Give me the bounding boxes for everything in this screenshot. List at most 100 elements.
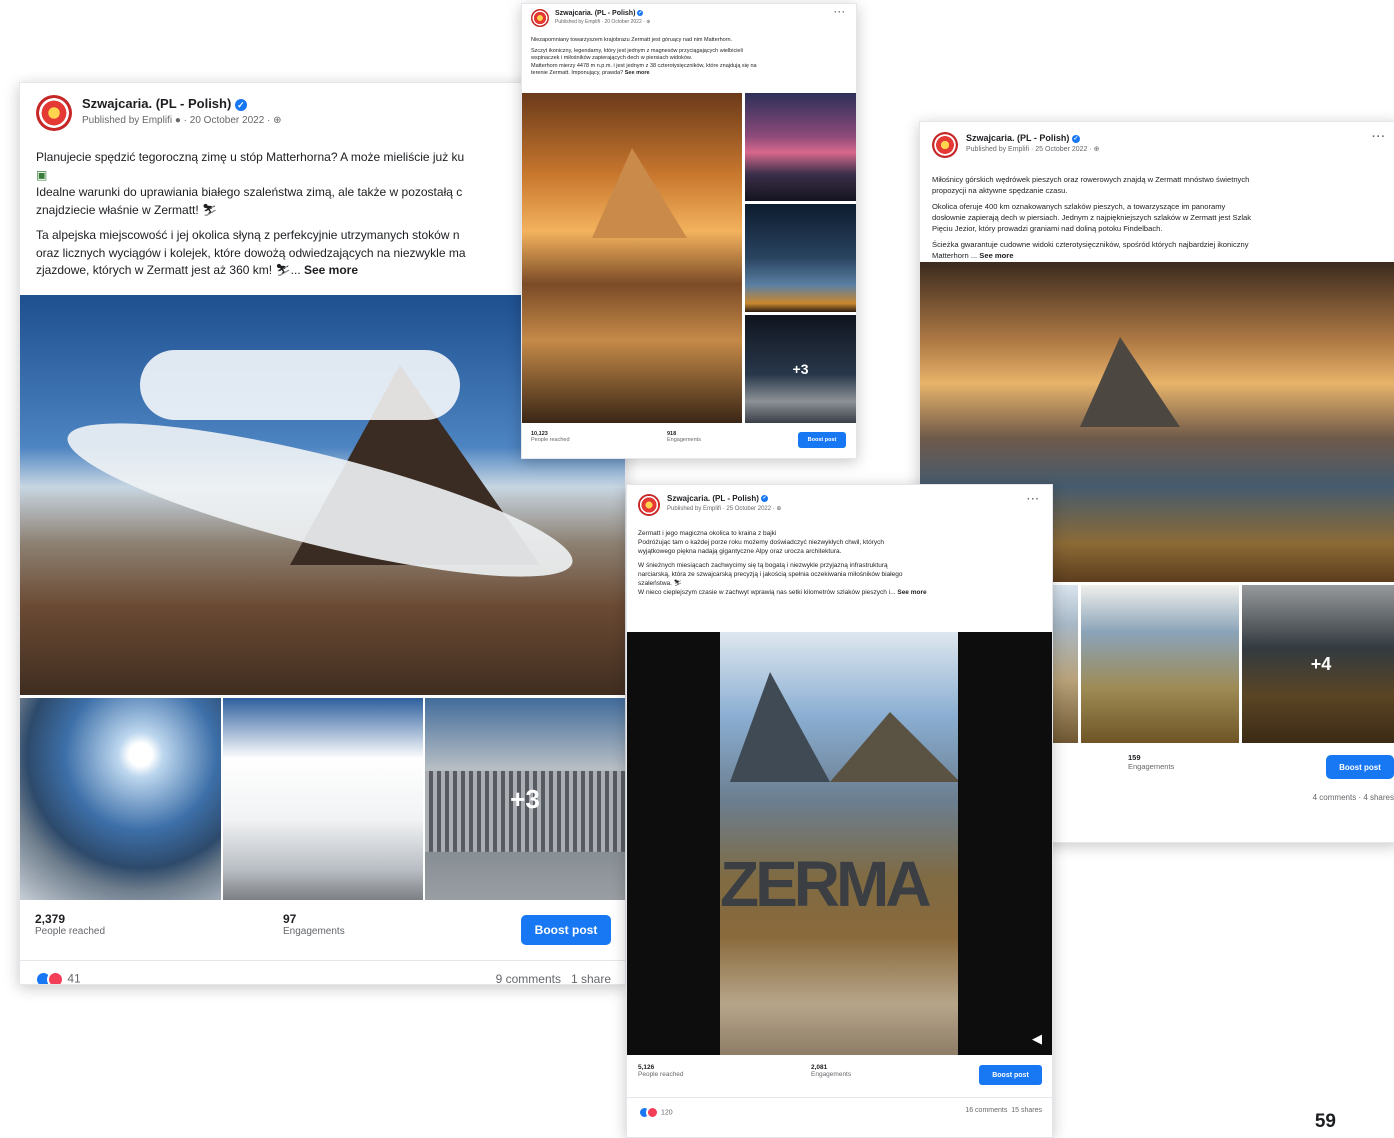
text-line: Ścieżka gwarantuje cudowne widoki cztero…	[932, 240, 1249, 249]
verified-icon: ✓	[1071, 134, 1080, 143]
post-text: Niezapomniany towarzyszem krajobrazu Zer…	[522, 33, 856, 93]
matterhorn-peak	[592, 148, 687, 238]
reaction-count[interactable]: 120	[661, 1109, 673, 1116]
post-card-2: Szwajcaria. (PL - Polish) ✓ Published by…	[521, 3, 857, 459]
globe-icon: ⊕	[1093, 146, 1100, 153]
post-footer: 41 9 comments 1 share	[20, 960, 625, 984]
text-line: zjazdowe, których w Zermatt jest aż 360 …	[36, 263, 304, 277]
post-date[interactable]: 20 October 2022	[604, 19, 641, 25]
post-header: Szwajcaria. (PL - Polish) ✓ Published by…	[627, 485, 1052, 522]
post-header: Szwajcaria. (PL - Polish) ✓ Published by…	[522, 4, 856, 33]
page-avatar[interactable]	[932, 132, 958, 158]
love-reaction-icon	[646, 1106, 659, 1119]
post-text: Zermatt i jego magiczna okolica to krain…	[627, 522, 1052, 641]
photo-thumb-2[interactable]	[223, 698, 423, 900]
photo-thumb-3[interactable]: +4	[1242, 585, 1394, 743]
page-avatar[interactable]	[531, 9, 549, 27]
shares-count[interactable]: 1 share	[571, 972, 611, 984]
post-card-4: Szwajcaria. (PL - Polish) ✓ Published by…	[626, 484, 1053, 1138]
video-frame: ZERMA	[720, 632, 958, 1055]
zermatt-sign: ZERMA	[720, 848, 932, 920]
more-photos-overlay[interactable]: +3	[745, 315, 856, 423]
photo-thumb-2[interactable]	[1081, 585, 1239, 743]
verified-icon: ✓	[761, 495, 769, 503]
see-more-link[interactable]: See more	[897, 589, 926, 596]
engagements-label: Engagements	[283, 926, 345, 937]
reach-value: 5,126	[638, 1064, 655, 1071]
shares-count[interactable]: 4 shares	[1363, 793, 1394, 802]
published-by: Published by Emplifi	[82, 115, 173, 126]
text-line: Matterhorn ...	[932, 251, 980, 260]
boost-post-button[interactable]: Boost post	[979, 1065, 1042, 1085]
published-by: Published by Emplifi	[667, 506, 722, 512]
text-line: dosłownie zapierają dech w piersiach. Je…	[932, 213, 1252, 222]
post-stats: 10,123 People reached 918 Engagements Bo…	[522, 423, 856, 458]
photo-thumb-1[interactable]	[20, 698, 221, 900]
main-photo[interactable]	[522, 93, 742, 423]
photo-thumb-2[interactable]	[745, 204, 856, 312]
engagements-label: Engagements	[1128, 762, 1175, 771]
page-number: 59	[1314, 1111, 1336, 1132]
page-name[interactable]: Szwajcaria. (PL - Polish)	[555, 10, 635, 17]
see-more-link[interactable]: See more	[625, 70, 650, 76]
page-name[interactable]: Szwajcaria. (PL - Polish)	[966, 133, 1069, 143]
verified-icon: ✓	[234, 98, 247, 111]
photo-thumb-3[interactable]: +3	[745, 315, 856, 423]
text-line: W śnieżnych miesiącach zachwycimy się tą…	[638, 562, 888, 569]
comments-count[interactable]: 9 comments	[496, 972, 561, 984]
boost-post-button[interactable]: Boost post	[521, 915, 611, 945]
volume-icon[interactable]: ◀	[1032, 1031, 1042, 1047]
post-stats: 2,379 People reached 97 Engagements Boos…	[20, 900, 625, 960]
published-by: Published by Emplifi	[555, 19, 601, 25]
text-line: Matterhorn mierzy 4478 m n.p.m. i jest j…	[531, 62, 757, 69]
more-options-icon[interactable]: ···	[834, 7, 846, 17]
reaction-count[interactable]: 41	[67, 972, 80, 984]
text-line: Szczyt ikoniczny, legendarny, który jest…	[531, 47, 743, 54]
comments-count[interactable]: 16 comments	[965, 1107, 1007, 1114]
page-name[interactable]: Szwajcaria. (PL - Polish)	[667, 494, 759, 503]
engagements-label: Engagements	[667, 437, 701, 443]
text-line: Zermatt i jego magiczna okolica to krain…	[638, 530, 777, 537]
comments-count[interactable]: 4 comments	[1313, 793, 1357, 802]
more-photos-overlay[interactable]: +4	[1242, 585, 1394, 743]
text-line: szaleństwa. ⛷	[638, 580, 683, 587]
more-options-icon[interactable]: ···	[1372, 131, 1386, 143]
text-line: Pięciu Jezior, który prowadzi graniami n…	[932, 224, 1163, 233]
post-date[interactable]: 25 October 2022	[1035, 146, 1087, 153]
text-line: Podróżując tam o każdej porze roku możem…	[638, 539, 885, 546]
post-header: Szwajcaria. (PL - Polish) ✓ Published by…	[920, 122, 1394, 164]
text-line: propozycji na aktywne spędzanie czasu.	[932, 186, 1068, 195]
more-photos-overlay[interactable]: +3	[425, 698, 625, 900]
post-date[interactable]: 20 October 2022	[190, 115, 265, 126]
page-avatar[interactable]	[638, 494, 660, 516]
see-more-link[interactable]: See more	[304, 263, 358, 277]
info-icon: ●	[174, 115, 181, 126]
more-options-icon[interactable]: ···	[1027, 494, 1040, 505]
globe-icon: ⊕	[646, 19, 651, 25]
see-more-link[interactable]: See more	[979, 251, 1013, 260]
photo-thumb-1[interactable]	[745, 93, 856, 201]
photo-thumb-3[interactable]: +3	[425, 698, 625, 900]
text-line: Niezapomniany towarzyszem krajobrazu Zer…	[531, 37, 733, 43]
text-line: terenie Zermatt. Imponujący, prawda?	[531, 70, 625, 76]
text-line: W nieco cieplejszym czasie w zachwyt wpr…	[638, 589, 898, 596]
post-media: +3	[522, 93, 856, 423]
engagements-value: 159	[1128, 753, 1141, 762]
shares-count[interactable]: 15 shares	[1011, 1107, 1042, 1114]
published-by: Published by Emplifi	[966, 146, 1030, 153]
post-video[interactable]: ZERMA ◀	[627, 632, 1052, 1055]
globe-icon: ⊕	[776, 506, 782, 512]
boost-post-button[interactable]: Boost post	[1326, 755, 1394, 779]
matterhorn-peak	[730, 672, 830, 782]
post-footer: 120 16 comments 15 shares	[627, 1097, 1052, 1128]
page-name[interactable]: Szwajcaria. (PL - Polish)	[82, 96, 231, 111]
page-avatar[interactable]	[36, 95, 72, 131]
mountain-peak	[830, 712, 958, 782]
reach-value: 2,379	[35, 912, 66, 926]
post-date[interactable]: 25 October 2022	[726, 506, 771, 512]
boost-post-button[interactable]: Boost post	[798, 432, 846, 448]
reach-label: People reached	[531, 437, 570, 443]
reach-label: People reached	[35, 926, 106, 937]
text-line: wyjątkowego piękna nadają gigantyczne Al…	[638, 548, 842, 555]
engagements-value: 97	[283, 912, 297, 926]
